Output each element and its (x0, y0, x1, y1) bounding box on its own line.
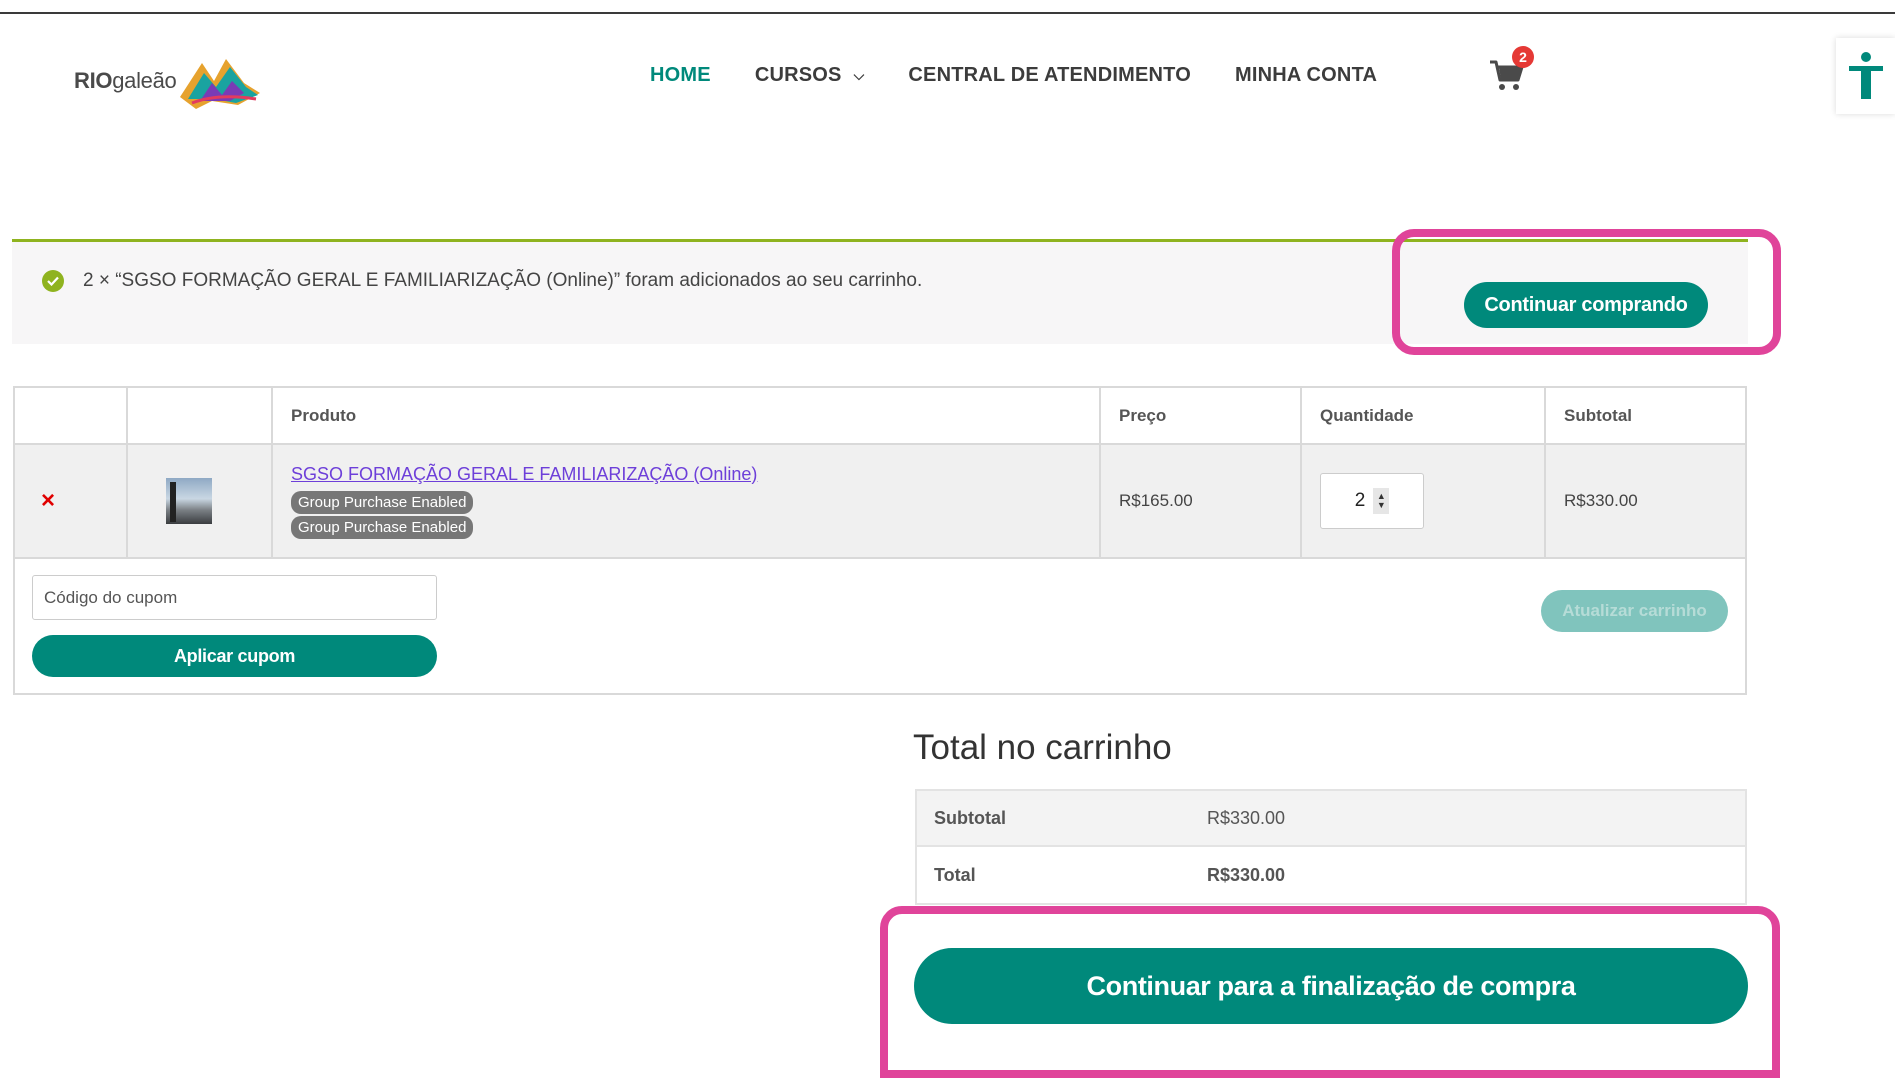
header-price: Preço (1101, 388, 1302, 443)
header-remove (15, 388, 128, 443)
remove-item-button[interactable]: × (41, 487, 55, 515)
cart-totals-table: Subtotal R$330.00 Total R$330.00 (915, 789, 1747, 905)
nav-central-de-atendimento[interactable]: CENTRAL DE ATENDIMENTO (908, 64, 1191, 87)
cart-button[interactable]: 2 (1488, 46, 1534, 92)
chevron-down-icon: ⌵ (853, 67, 865, 83)
header-product: Produto (273, 388, 1101, 443)
window-top-border (0, 0, 1895, 14)
nav-home[interactable]: HOME (650, 64, 711, 87)
check-circle-icon (42, 270, 64, 292)
accessibility-button[interactable] (1836, 38, 1895, 114)
table-row: × SGSO FORMAÇÃO GERAL E FAMILIARIZAÇÃO (… (15, 445, 1745, 559)
subtotal-label: Subtotal (934, 807, 1006, 828)
thumbnail-cell (128, 445, 273, 557)
product-link[interactable]: SGSO FORMAÇÃO GERAL E FAMILIARIZAÇÃO (On… (291, 464, 757, 485)
nav-cursos[interactable]: CURSOS ⌵ (755, 64, 865, 87)
subtotal-cell: R$330.00 (1564, 491, 1638, 510)
cart-actions: Código do cupom Aplicar cupom Atualizar … (15, 559, 1745, 693)
header-thumbnail (128, 388, 273, 443)
logo-mountains-icon (180, 59, 261, 109)
notice-message: 2 × “SGSO FORMAÇÃO GERAL E FAMILIARIZAÇÃ… (83, 270, 923, 291)
remove-cell: × (15, 445, 128, 557)
table-header-row: Produto Preço Quantidade Subtotal (15, 388, 1745, 445)
quantity-cell: 2 ▲ ▼ (1302, 445, 1546, 557)
product-cell: SGSO FORMAÇÃO GERAL E FAMILIARIZAÇÃO (On… (273, 445, 1101, 557)
site-logo[interactable]: RIOgaleão (74, 50, 262, 112)
group-purchase-badge: Group Purchase Enabled (291, 490, 474, 514)
header-quantity: Quantidade (1302, 388, 1546, 443)
total-value: R$330.00 (1207, 864, 1286, 885)
apply-coupon-button[interactable]: Aplicar cupom (32, 635, 437, 677)
cart-table: Produto Preço Quantidade Subtotal × SGSO… (13, 386, 1747, 695)
highlight-continue-shopping (1392, 229, 1781, 355)
spinner-arrows-icon[interactable]: ▲ ▼ (1373, 488, 1390, 514)
quantity-stepper[interactable]: 2 ▲ ▼ (1320, 473, 1424, 529)
logo-text: RIOgaleão (74, 68, 177, 93)
coupon-code-input[interactable]: Código do cupom (32, 575, 437, 620)
group-purchase-badge: Group Purchase Enabled (291, 515, 474, 539)
highlight-checkout (880, 906, 1780, 1078)
main-nav: HOME CURSOS ⌵ CENTRAL DE ATENDIMENTO MINH… (650, 64, 1421, 87)
totals-subtotal-row: Subtotal R$330.00 (917, 791, 1745, 847)
header-subtotal: Subtotal (1564, 405, 1632, 425)
totals-total-row: Total R$330.00 (917, 847, 1745, 903)
cart-totals-title: Total no carrinho (913, 728, 1172, 767)
product-thumbnail[interactable] (166, 478, 212, 524)
total-label: Total (934, 864, 976, 885)
subtotal-value: R$330.00 (1207, 807, 1286, 828)
quantity-value: 2 (1354, 490, 1366, 511)
accessibility-person-icon (1848, 52, 1883, 99)
nav-minha-conta[interactable]: MINHA CONTA (1235, 64, 1377, 87)
update-cart-button[interactable]: Atualizar carrinho (1541, 590, 1728, 632)
cart-count-badge: 2 (1512, 46, 1534, 68)
price-cell: R$165.00 (1101, 445, 1302, 557)
